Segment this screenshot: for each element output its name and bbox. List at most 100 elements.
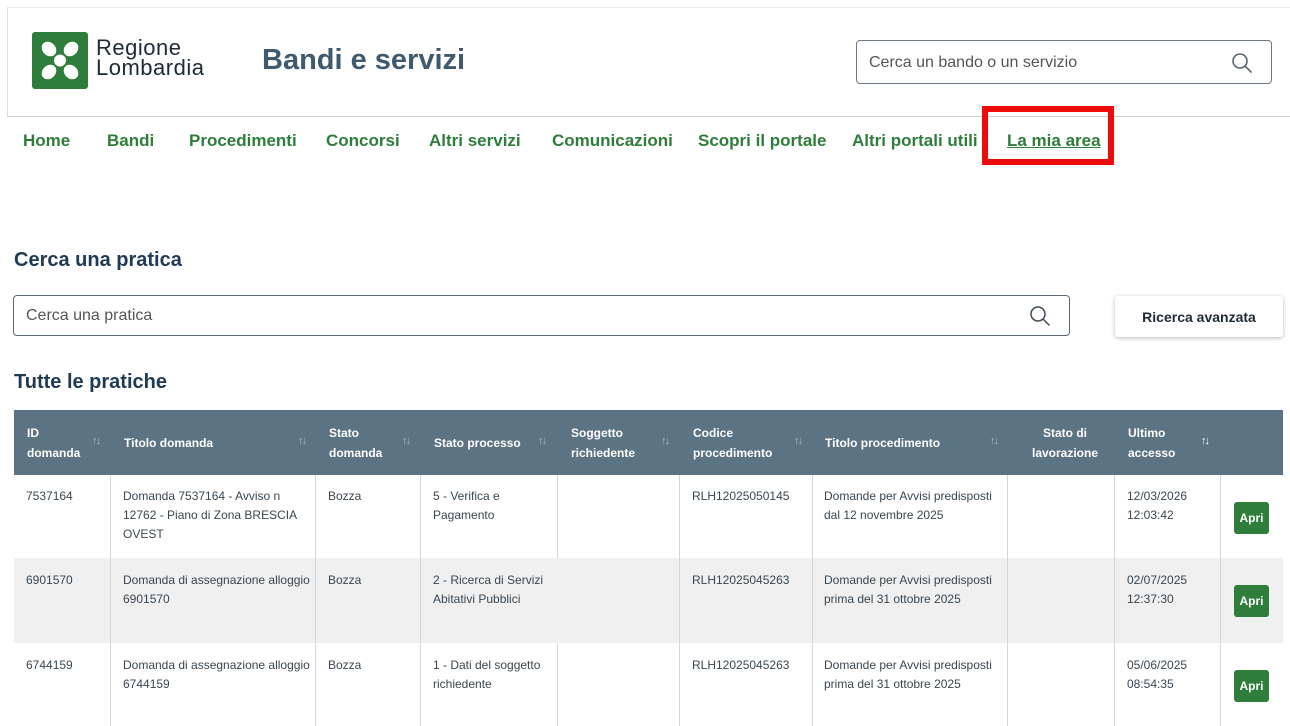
apri-button[interactable]: Apri xyxy=(1234,670,1269,702)
sort-icon[interactable]: ↑↓ xyxy=(990,435,999,447)
cell-titolo-domanda: Domanda di assegnazione alloggio 6901570 xyxy=(123,571,310,609)
cell-line: Domanda di assegnazione alloggio xyxy=(123,573,310,587)
cell-line: dal 12 novembre 2025 xyxy=(824,508,944,522)
column-header-titolo-procedimento[interactable]: Titolo procedimento xyxy=(825,410,975,475)
column-divider xyxy=(1114,475,1115,726)
cell-line: 02/07/2025 xyxy=(1127,573,1188,587)
top-search-box xyxy=(856,40,1272,84)
regione-lombardia-logo-icon[interactable] xyxy=(32,32,88,89)
cell-line: Pagamento xyxy=(433,508,495,522)
column-header-label: Codice xyxy=(693,425,734,440)
apri-button[interactable]: Apri xyxy=(1234,585,1269,617)
advanced-search-button[interactable]: Ricerca avanzata xyxy=(1115,296,1283,337)
nav-item-home[interactable]: Home xyxy=(23,131,70,151)
sort-icon[interactable]: ↑↓ xyxy=(298,435,307,447)
table-title: Tutte le pratiche xyxy=(14,371,167,393)
pratica-search-input[interactable] xyxy=(26,305,1006,327)
nav-item-comunicazioni[interactable]: Comunicazioni xyxy=(552,131,673,151)
cell-line: Domanda 7537164 - Avviso n xyxy=(123,489,281,503)
pratica-search-box xyxy=(13,295,1070,336)
cell-line: Abitativi Pubblici xyxy=(433,592,521,606)
top-search-input[interactable] xyxy=(869,51,1219,75)
sort-icon-active[interactable]: ↑↓ xyxy=(1201,435,1210,447)
cell-line: 6901570 xyxy=(123,592,170,606)
cell-line: OVEST xyxy=(123,527,164,541)
column-header-label: Stato processo xyxy=(434,435,521,450)
column-divider xyxy=(1007,475,1008,726)
column-header-label: lavorazione xyxy=(1031,445,1099,460)
nav-item-altri-servizi[interactable]: Altri servizi xyxy=(429,131,521,151)
cell-stato-processo: 5 - Verifica e Pagamento xyxy=(433,487,500,525)
site-title[interactable]: Bandi e servizi xyxy=(262,44,465,77)
nav-item-altri-portali-utili[interactable]: Altri portali utili xyxy=(852,131,978,151)
cell-line: prima del 31 ottobre 2025 xyxy=(824,592,961,606)
logo-line-2: Lombardia xyxy=(96,55,205,80)
table-row: 6901570 Domanda di assegnazione alloggio… xyxy=(14,558,1283,643)
cell-codice: RLH12025045263 xyxy=(692,658,790,672)
sort-icon[interactable]: ↑↓ xyxy=(92,435,101,447)
column-header-label: domanda xyxy=(27,445,81,460)
cell-line: richiedente xyxy=(433,677,492,691)
cell-line: Domande per Avvisi predisposti xyxy=(824,658,992,672)
column-header-id[interactable]: ID domanda xyxy=(27,410,87,475)
column-divider xyxy=(110,475,111,726)
column-header-ultimo-accesso[interactable]: Ultimo accesso xyxy=(1128,410,1188,475)
cell-stato-processo: 2 - Ricerca di Servizi Abitativi Pubblic… xyxy=(433,571,543,609)
column-header-soggetto-richiedente[interactable]: Soggetto richiedente xyxy=(571,410,656,475)
column-header-label: procedimento xyxy=(693,445,773,460)
cell-stato-processo: 1 - Dati del soggetto richiedente xyxy=(433,656,540,694)
cell-line: 12:03:42 xyxy=(1127,508,1174,522)
cell-ultimo-accesso: 12/03/2026 12:03:42 xyxy=(1127,487,1187,525)
cell-line: 12762 - Piano di Zona BRESCIA xyxy=(123,508,298,522)
column-header-label: Stato xyxy=(329,425,359,440)
cell-id: 7537164 xyxy=(26,489,73,503)
column-header-label: Soggetto xyxy=(571,425,623,440)
cell-titolo-procedimento: Domande per Avvisi predisposti prima del… xyxy=(824,656,992,694)
nav-item-scopri-il-portale[interactable]: Scopri il portale xyxy=(698,131,826,151)
column-header-label: Titolo domanda xyxy=(124,435,214,450)
cell-line: 6744159 xyxy=(123,677,170,691)
cell-id: 6901570 xyxy=(26,573,73,587)
column-header-codice-procedimento[interactable]: Codice procedimento xyxy=(693,410,783,475)
cell-codice: RLH12025050145 xyxy=(692,489,790,503)
cell-titolo-domanda: Domanda di assegnazione alloggio 6744159 xyxy=(123,656,310,694)
cell-stato-domanda: Bozza xyxy=(328,658,362,672)
column-header-titolo-domanda[interactable]: Titolo domanda xyxy=(124,410,294,475)
sort-icon[interactable]: ↑↓ xyxy=(538,435,547,447)
cell-line: Domande per Avvisi predisposti xyxy=(824,489,992,503)
column-divider xyxy=(679,475,680,726)
cell-ultimo-accesso: 02/07/2025 12:37:30 xyxy=(1127,571,1187,609)
cell-ultimo-accesso: 05/06/2025 08:54:35 xyxy=(1127,656,1187,694)
cell-line: Domanda di assegnazione alloggio xyxy=(123,658,310,672)
column-header-stato-domanda[interactable]: Stato domanda xyxy=(329,410,399,475)
column-divider xyxy=(420,475,421,726)
column-divider xyxy=(557,643,558,726)
cell-line: 12:37:30 xyxy=(1127,592,1174,606)
cell-id: 6744159 xyxy=(26,658,73,672)
highlight-annotation xyxy=(982,106,1114,165)
cell-line: 12/03/2026 xyxy=(1127,489,1188,503)
search-icon[interactable] xyxy=(1231,52,1253,79)
sort-icon[interactable]: ↑↓ xyxy=(794,435,803,447)
nav-item-procedimenti[interactable]: Procedimenti xyxy=(189,131,297,151)
cell-line: 2 - Ricerca di Servizi xyxy=(433,573,544,587)
cell-line: Domande per Avvisi predisposti xyxy=(824,573,992,587)
cell-line: 08:54:35 xyxy=(1127,677,1174,691)
cell-titolo-domanda: Domanda 7537164 - Avviso n 12762 - Piano… xyxy=(123,487,297,544)
cell-titolo-procedimento: Domande per Avvisi predisposti dal 12 no… xyxy=(824,487,992,525)
search-icon[interactable] xyxy=(1029,305,1051,332)
column-header-label: Ultimo xyxy=(1128,425,1166,440)
search-section-title: Cerca una pratica xyxy=(14,249,182,271)
cell-stato-domanda: Bozza xyxy=(328,573,362,587)
cell-titolo-procedimento: Domande per Avvisi predisposti prima del… xyxy=(824,571,992,609)
nav-item-bandi[interactable]: Bandi xyxy=(107,131,154,151)
column-header-stato-processo[interactable]: Stato processo xyxy=(434,410,534,475)
column-header-label: ID xyxy=(27,425,39,440)
cell-line: 1 - Dati del soggetto xyxy=(433,658,541,672)
apri-button[interactable]: Apri xyxy=(1234,502,1269,534)
cell-codice: RLH12025045263 xyxy=(692,573,790,587)
nav-item-concorsi[interactable]: Concorsi xyxy=(326,131,400,151)
sort-icon[interactable]: ↑↓ xyxy=(402,435,411,447)
sort-icon[interactable]: ↑↓ xyxy=(661,435,670,447)
logo-wordmark[interactable]: Regione Lombardia xyxy=(96,37,205,80)
